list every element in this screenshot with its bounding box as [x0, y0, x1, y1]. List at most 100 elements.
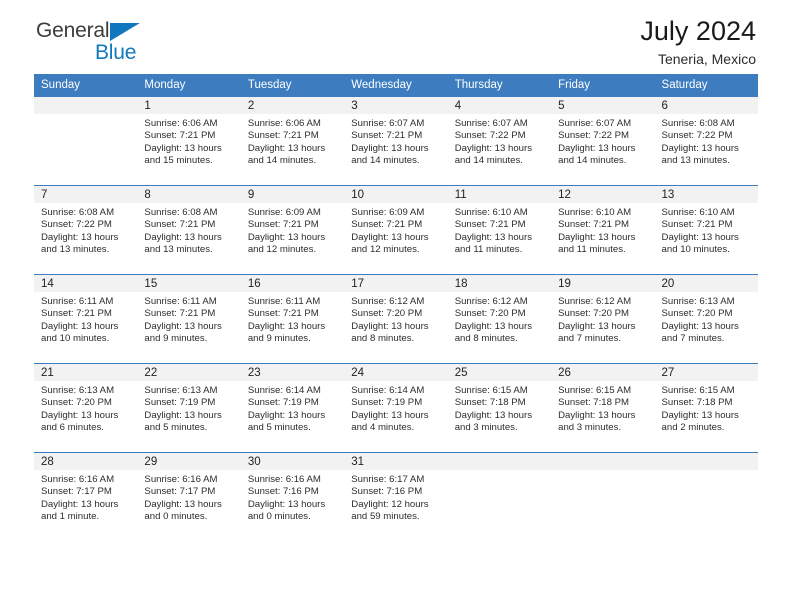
daylight-text-line2: and 14 minutes.	[351, 155, 420, 167]
daylight-text-line2: and 14 minutes.	[454, 155, 523, 167]
calendar-day-cell[interactable]: 7 Sunrise: 6:08 AM Sunset: 7:22 PM Daylight…	[34, 185, 138, 275]
calendar-day-cell[interactable]: 21 Sunrise: 6:13 AM Sunset: 7:20 PM Dayligh…	[34, 363, 138, 453]
calendar-day-cell[interactable]: 11 Sunrise: 6:10 AM Sunset: 7:21 PM Dayligh…	[447, 185, 552, 275]
calendar-day-cell[interactable]: 23 Sunrise: 6:14 AM Sunset: 7:19 PM Dayligh…	[240, 363, 345, 453]
daylight-text-line1: Daylight: 13 hours	[351, 142, 429, 154]
day-details: Sunrise: 6:15 AM Sunset: 7:18 PM Daylight:…	[448, 381, 551, 435]
calendar-day-cell[interactable]: 25 Sunrise: 6:15 AM Sunset: 7:18 PM Dayligh…	[447, 363, 552, 453]
calendar-day-cell[interactable]: 18 Sunrise: 6:12 AM Sunset: 7:20 PM Dayligh…	[447, 274, 552, 364]
sunrise-text: Sunrise: 6:07 AM	[351, 118, 425, 129]
sunset-text: Sunset: 7:18 PM	[454, 397, 526, 409]
sunrise-text: Sunrise: 6:06 AM	[247, 118, 321, 129]
sunset-text: Sunset: 7:22 PM	[454, 130, 526, 142]
daylight-text-line2: and 6 minutes.	[41, 422, 104, 434]
sunrise-text: Sunrise: 6:10 AM	[661, 207, 735, 218]
calendar-day-cell[interactable]: 4 Sunrise: 6:07 AM Sunset: 7:22 PM Daylight…	[447, 96, 552, 186]
calendar-week-row: 28 Sunrise: 6:16 AM Sunset: 7:17 PM Dayligh…	[34, 452, 758, 541]
day-details: Sunrise: 6:11 AM Sunset: 7:21 PM Daylight:…	[137, 292, 240, 346]
calendar-day-cell[interactable]: 22 Sunrise: 6:13 AM Sunset: 7:19 PM Dayligh…	[137, 363, 241, 453]
day-details: Sunrise: 6:12 AM Sunset: 7:20 PM Daylight:…	[551, 292, 654, 346]
daylight-text-line1: Daylight: 13 hours	[558, 231, 636, 243]
sunset-text: Sunset: 7:21 PM	[351, 219, 423, 231]
calendar-day-cell[interactable]: 8 Sunrise: 6:08 AM Sunset: 7:21 PM Daylight…	[137, 185, 241, 275]
calendar-day-cell[interactable]: 20 Sunrise: 6:13 AM Sunset: 7:20 PM Dayligh…	[654, 274, 758, 364]
calendar-day-cell[interactable]: 16 Sunrise: 6:11 AM Sunset: 7:21 PM Dayligh…	[240, 274, 345, 364]
calendar-day-cell[interactable]: 6 Sunrise: 6:08 AM Sunset: 7:22 PM Daylight…	[654, 96, 758, 186]
daylight-text-line2: and 59 minutes.	[351, 511, 420, 523]
sunrise-text: Sunrise: 6:07 AM	[558, 118, 632, 129]
calendar-day-cell[interactable]: 2 Sunrise: 6:06 AM Sunset: 7:21 PM Daylight…	[240, 96, 345, 186]
sunrise-text: Sunrise: 6:15 AM	[454, 385, 528, 396]
day-details: Sunrise: 6:08 AM Sunset: 7:22 PM Daylight:…	[655, 114, 758, 168]
sunrise-text: Sunrise: 6:16 AM	[144, 474, 218, 485]
calendar-day-cell[interactable]: 30 Sunrise: 6:16 AM Sunset: 7:16 PM Dayligh…	[240, 452, 345, 541]
daylight-text-line2: and 14 minutes.	[558, 155, 627, 167]
calendar-day-cell[interactable]: 9 Sunrise: 6:09 AM Sunset: 7:21 PM Daylight…	[240, 185, 345, 275]
calendar-day-cell[interactable]: 12 Sunrise: 6:10 AM Sunset: 7:21 PM Dayligh…	[551, 185, 655, 275]
daylight-text-line1: Daylight: 13 hours	[558, 409, 636, 421]
sunrise-text: Sunrise: 6:08 AM	[41, 207, 115, 218]
day-number	[654, 453, 758, 470]
brand-triangle-icon	[110, 23, 140, 41]
day-details: Sunrise: 6:07 AM Sunset: 7:22 PM Daylight:…	[448, 114, 551, 168]
sunrise-text: Sunrise: 6:06 AM	[144, 118, 218, 129]
day-number: 26	[551, 364, 655, 381]
calendar-day-cell[interactable]: 10 Sunrise: 6:09 AM Sunset: 7:21 PM Dayligh…	[344, 185, 448, 275]
daylight-text-line1: Daylight: 13 hours	[247, 320, 326, 332]
calendar-day-cell[interactable]: 14 Sunrise: 6:11 AM Sunset: 7:21 PM Dayligh…	[34, 274, 138, 364]
sunrise-text: Sunrise: 6:13 AM	[41, 385, 115, 396]
sunset-text: Sunset: 7:21 PM	[144, 219, 216, 231]
weekday-header-thursday: Thursday	[447, 74, 552, 97]
sunset-text: Sunset: 7:21 PM	[144, 308, 216, 320]
daylight-text-line2: and 2 minutes.	[661, 422, 725, 434]
calendar-day-cell[interactable]: 27 Sunrise: 6:15 AM Sunset: 7:18 PM Dayligh…	[654, 363, 758, 453]
calendar-day-cell[interactable]: 13 Sunrise: 6:10 AM Sunset: 7:21 PM Dayligh…	[654, 185, 758, 275]
sunrise-text: Sunrise: 6:08 AM	[661, 118, 735, 129]
daylight-text-line1: Daylight: 13 hours	[144, 409, 222, 421]
calendar-day-cell[interactable]: 28 Sunrise: 6:16 AM Sunset: 7:17 PM Dayligh…	[34, 452, 138, 541]
day-details: Sunrise: 6:13 AM Sunset: 7:20 PM Daylight:…	[655, 292, 758, 346]
sunset-text: Sunset: 7:19 PM	[247, 397, 319, 409]
daylight-text-line1: Daylight: 13 hours	[144, 498, 222, 510]
daylight-text-line1: Daylight: 13 hours	[558, 142, 636, 154]
day-details: Sunrise: 6:09 AM Sunset: 7:21 PM Daylight:…	[344, 203, 447, 257]
calendar-day-cell[interactable]: 3 Sunrise: 6:07 AM Sunset: 7:21 PM Daylight…	[344, 96, 448, 186]
day-number: 15	[137, 275, 241, 292]
calendar-day-cell[interactable]: 15 Sunrise: 6:11 AM Sunset: 7:21 PM Dayligh…	[137, 274, 241, 364]
calendar-day-cell[interactable]: 24 Sunrise: 6:14 AM Sunset: 7:19 PM Dayligh…	[344, 363, 448, 453]
day-details: Sunrise: 6:13 AM Sunset: 7:19 PM Daylight:…	[137, 381, 240, 435]
calendar-page: General Blue July 2024 Teneria, Mexico S…	[0, 0, 792, 612]
calendar-day-cell[interactable]: 29 Sunrise: 6:16 AM Sunset: 7:17 PM Dayligh…	[137, 452, 241, 541]
sunrise-text: Sunrise: 6:17 AM	[351, 474, 425, 485]
day-details: Sunrise: 6:12 AM Sunset: 7:20 PM Daylight:…	[448, 292, 551, 346]
calendar-day-cell[interactable]: 1 Sunrise: 6:06 AM Sunset: 7:21 PM Daylight…	[137, 96, 241, 186]
sunrise-text: Sunrise: 6:10 AM	[558, 207, 632, 218]
calendar-day-cell[interactable]: 31 Sunrise: 6:17 AM Sunset: 7:16 PM Dayligh…	[344, 452, 448, 541]
day-details: Sunrise: 6:07 AM Sunset: 7:22 PM Daylight:…	[551, 114, 654, 168]
day-number: 12	[551, 186, 655, 203]
sunset-text: Sunset: 7:21 PM	[661, 219, 733, 231]
daylight-text-line2: and 15 minutes.	[144, 155, 213, 167]
day-details: Sunrise: 6:07 AM Sunset: 7:21 PM Daylight:…	[344, 114, 447, 168]
calendar-day-cell[interactable]: 5 Sunrise: 6:07 AM Sunset: 7:22 PM Daylight…	[551, 96, 655, 186]
day-number: 6	[654, 97, 758, 114]
calendar-week-row: 1 Sunrise: 6:06 AM Sunset: 7:21 PM Daylight…	[34, 96, 758, 186]
daylight-text-line2: and 12 minutes.	[351, 244, 420, 256]
calendar-day-cell[interactable]: 26 Sunrise: 6:15 AM Sunset: 7:18 PM Dayligh…	[551, 363, 655, 453]
sunset-text: Sunset: 7:20 PM	[454, 308, 526, 320]
day-number: 17	[344, 275, 448, 292]
page-header: General Blue July 2024 Teneria, Mexico	[34, 0, 758, 74]
calendar-day-cell[interactable]: 17 Sunrise: 6:12 AM Sunset: 7:20 PM Dayligh…	[344, 274, 448, 364]
weekday-header-tuesday: Tuesday	[240, 74, 345, 97]
sunset-text: Sunset: 7:22 PM	[41, 219, 112, 231]
brand-logo[interactable]: General Blue	[36, 20, 156, 68]
sunrise-text: Sunrise: 6:15 AM	[661, 385, 735, 396]
daylight-text-line2: and 7 minutes.	[661, 333, 725, 345]
sunrise-text: Sunrise: 6:13 AM	[661, 296, 735, 307]
day-number: 2	[240, 97, 345, 114]
day-number: 8	[137, 186, 241, 203]
sunset-text: Sunset: 7:22 PM	[558, 130, 630, 142]
daylight-text-line2: and 4 minutes.	[351, 422, 415, 434]
calendar-day-cell[interactable]: 19 Sunrise: 6:12 AM Sunset: 7:20 PM Dayligh…	[551, 274, 655, 364]
daylight-text-line2: and 14 minutes.	[247, 155, 317, 167]
